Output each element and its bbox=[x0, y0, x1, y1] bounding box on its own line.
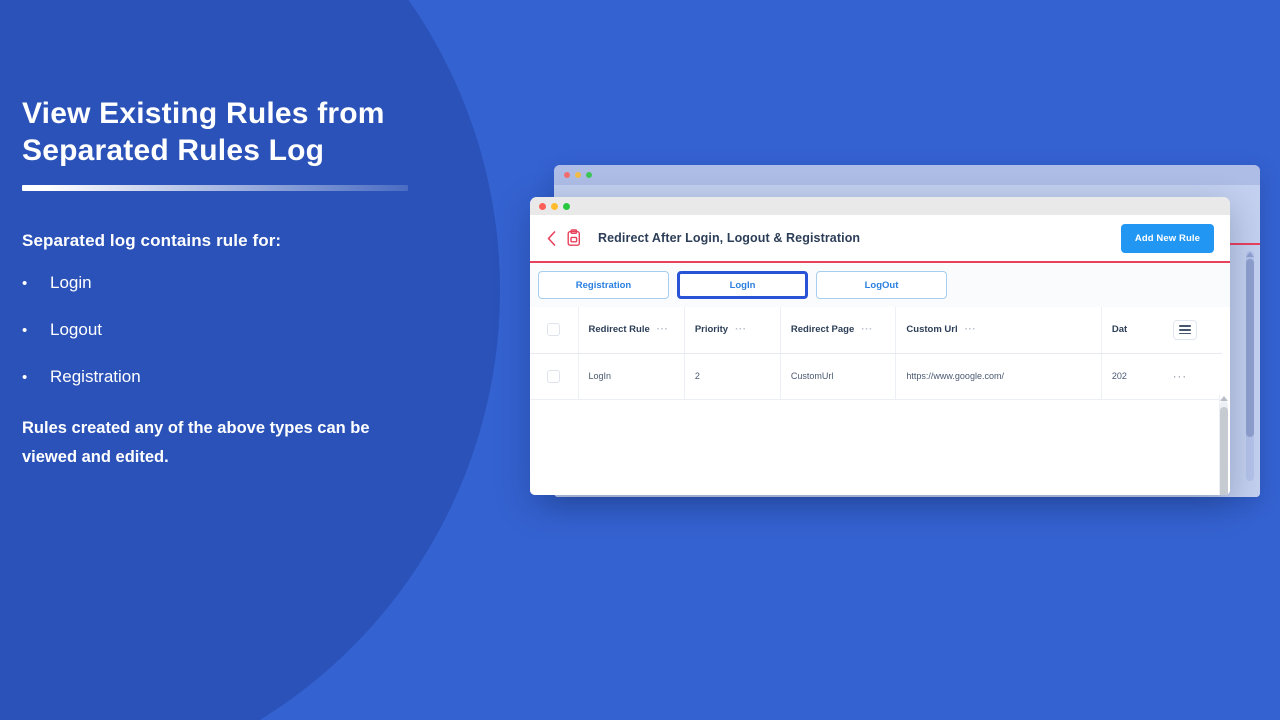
chevron-left-icon[interactable] bbox=[544, 229, 558, 247]
hamburger-menu-icon[interactable] bbox=[1172, 319, 1197, 340]
rules-table-head: Redirect Rule ··· Priority ··· Redirect … bbox=[530, 307, 1222, 354]
cell-custom-url: https://www.google.com/ bbox=[895, 353, 1102, 400]
lead-paragraph: Separated log contains rule for: bbox=[22, 231, 282, 251]
row-actions-menu-icon[interactable]: ··· bbox=[1173, 370, 1212, 382]
bullet-dot-icon: • bbox=[22, 322, 28, 340]
cell-redirect-page: CustomUrl bbox=[780, 353, 897, 400]
column-header-label: Dat bbox=[1111, 324, 1128, 336]
rules-table-body: LogIn 2 CustomUrl https://www.google.com… bbox=[530, 353, 1222, 400]
row-select-cell bbox=[530, 353, 579, 400]
close-dot-icon bbox=[564, 172, 570, 178]
add-new-rule-button[interactable]: Add New Rule bbox=[1120, 223, 1214, 253]
background-window-titlebar bbox=[554, 165, 1260, 185]
maximize-dot-icon[interactable] bbox=[563, 202, 570, 210]
rule-type-tab-strip: Registration LogIn LogOut bbox=[530, 263, 1230, 307]
row-actions-cell: ··· bbox=[1160, 353, 1222, 400]
window-titlebar bbox=[530, 197, 1230, 215]
bullet-list: • Login • Logout • Registration bbox=[22, 273, 442, 387]
background-scroll-up-arrow-icon bbox=[1246, 251, 1254, 258]
table-scrollbar-thumb[interactable] bbox=[1220, 407, 1228, 495]
title-underline-divider bbox=[22, 185, 408, 192]
select-all-checkbox[interactable] bbox=[547, 323, 561, 337]
table-row[interactable]: LogIn 2 CustomUrl https://www.google.com… bbox=[530, 353, 1222, 400]
column-header-date[interactable]: Dat bbox=[1101, 307, 1161, 354]
table-header-row: Redirect Rule ··· Priority ··· Redirect … bbox=[530, 307, 1222, 354]
minimize-dot-icon[interactable] bbox=[551, 202, 558, 210]
slide-text-panel: View Existing Rules from Separated Rules… bbox=[22, 96, 442, 472]
tab-login[interactable]: LogIn bbox=[677, 271, 808, 299]
cell-date: 202 bbox=[1101, 353, 1161, 400]
row-checkbox[interactable] bbox=[547, 369, 561, 383]
close-dot-icon[interactable] bbox=[539, 202, 546, 210]
page-title: View Existing Rules from Separated Rules… bbox=[22, 97, 385, 167]
column-header-label: Redirect Page bbox=[790, 324, 855, 336]
list-item: • Registration bbox=[22, 367, 442, 387]
column-header-label: Redirect Rule bbox=[588, 324, 650, 336]
column-options-icon[interactable]: ··· bbox=[965, 324, 977, 335]
column-header-label: Custom Url bbox=[906, 324, 958, 336]
list-item: • Logout bbox=[22, 320, 442, 340]
app-title: Redirect After Login, Logout & Registrat… bbox=[598, 231, 861, 245]
cell-redirect-rule: LogIn bbox=[578, 353, 685, 400]
column-settings-header bbox=[1160, 307, 1222, 354]
rules-table: Redirect Rule ··· Priority ··· Redirect … bbox=[530, 307, 1222, 400]
select-all-column-header bbox=[530, 307, 579, 354]
maximize-dot-icon bbox=[586, 172, 592, 178]
background-scrollbar-thumb bbox=[1246, 259, 1254, 437]
list-item: • Login bbox=[22, 273, 442, 293]
active-app-window: Redirect After Login, Logout & Registrat… bbox=[530, 197, 1230, 495]
bullet-label: Registration bbox=[50, 367, 141, 387]
column-header-redirect-page[interactable]: Redirect Page ··· bbox=[780, 307, 897, 354]
app-window-stack: Redirect After Login, Logout & Registrat… bbox=[530, 165, 1260, 535]
closing-paragraph: Rules created any of the above types can… bbox=[22, 419, 370, 467]
column-options-icon[interactable]: ··· bbox=[861, 324, 873, 335]
bullet-dot-icon: • bbox=[22, 369, 28, 387]
bullet-dot-icon: • bbox=[22, 275, 28, 293]
column-header-custom-url[interactable]: Custom Url ··· bbox=[895, 307, 1102, 354]
redirect-clipboard-icon bbox=[566, 228, 586, 248]
column-header-redirect-rule[interactable]: Redirect Rule ··· bbox=[578, 307, 685, 354]
cell-priority: 2 bbox=[684, 353, 781, 400]
column-options-icon[interactable]: ··· bbox=[735, 324, 747, 335]
scroll-up-arrow-icon[interactable] bbox=[1220, 395, 1228, 402]
column-options-icon[interactable]: ··· bbox=[657, 324, 669, 335]
column-header-priority[interactable]: Priority ··· bbox=[684, 307, 781, 354]
rules-table-container: Redirect Rule ··· Priority ··· Redirect … bbox=[530, 307, 1230, 495]
minimize-dot-icon bbox=[575, 172, 581, 178]
column-header-label: Priority bbox=[694, 324, 729, 336]
bullet-label: Login bbox=[50, 273, 92, 293]
app-header-bar: Redirect After Login, Logout & Registrat… bbox=[530, 215, 1230, 263]
tab-registration[interactable]: Registration bbox=[538, 271, 669, 299]
bullet-label: Logout bbox=[50, 320, 102, 340]
tab-logout[interactable]: LogOut bbox=[816, 271, 947, 299]
